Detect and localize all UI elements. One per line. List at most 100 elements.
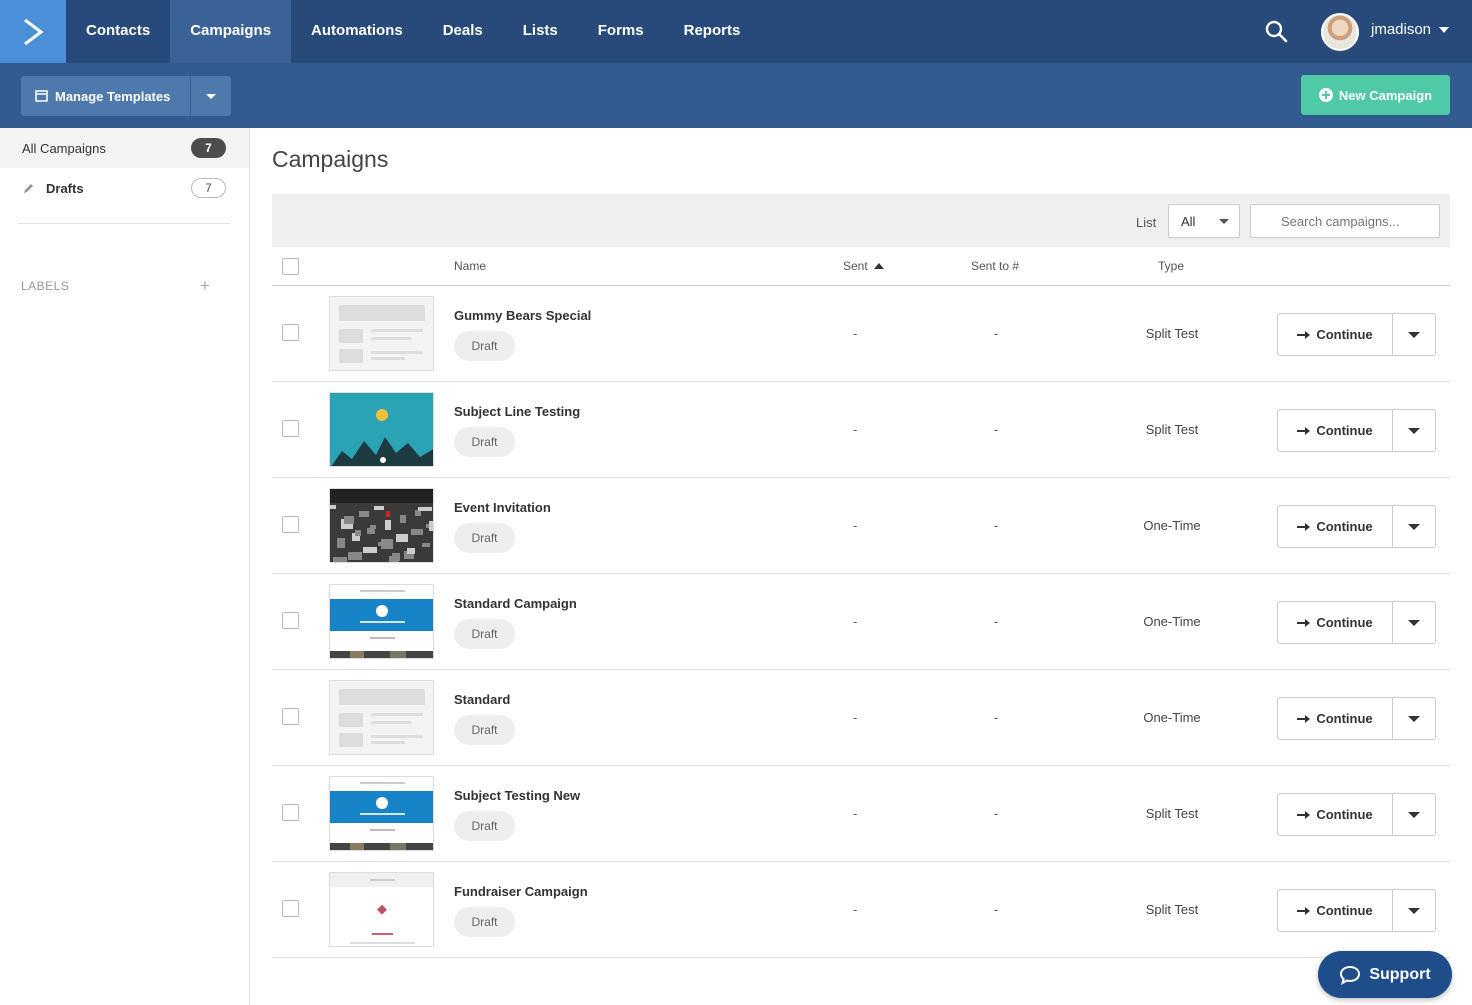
nav-automations[interactable]: Automations (291, 0, 423, 63)
campaign-name[interactable]: Subject Testing New (454, 788, 580, 803)
list-filter-select[interactable]: All (1168, 204, 1240, 238)
column-header-type[interactable]: Type (1158, 259, 1184, 273)
row-checkbox[interactable] (282, 612, 299, 629)
sidebar: All Campaigns 7 Drafts 7 LABELS + (0, 128, 250, 1005)
nav-contacts[interactable]: Contacts (66, 0, 170, 63)
campaign-thumbnail[interactable] (329, 872, 434, 947)
row-checkbox[interactable] (282, 324, 299, 341)
count-badge: 7 (191, 178, 226, 198)
column-header-name[interactable]: Name (454, 259, 486, 273)
continue-button[interactable]: Continue (1277, 601, 1393, 644)
manage-templates-label: Manage Templates (55, 88, 171, 104)
add-label-icon[interactable]: + (200, 276, 210, 296)
nav-reports[interactable]: Reports (664, 0, 761, 63)
sent-to-value: - (994, 710, 999, 725)
campaign-name[interactable]: Fundraiser Campaign (454, 884, 588, 899)
sent-value: - (853, 806, 858, 821)
nav-deals[interactable]: Deals (423, 0, 503, 63)
column-header-sent[interactable]: Sent (843, 259, 885, 273)
row-checkbox[interactable] (282, 708, 299, 725)
campaign-thumbnail[interactable] (329, 392, 434, 467)
nav-campaigns[interactable]: Campaigns (170, 0, 292, 63)
caret-down-icon (1408, 523, 1420, 530)
caret-down-icon (1408, 331, 1420, 338)
top-navigation: Contacts Campaigns Automations Deals Lis… (0, 0, 1472, 63)
campaign-type: One-Time (1143, 614, 1201, 629)
search-icon[interactable] (1264, 19, 1290, 45)
nav-lists[interactable]: Lists (503, 0, 578, 63)
campaign-thumbnail[interactable] (329, 776, 434, 851)
campaign-thumbnail[interactable] (329, 584, 434, 659)
continue-button[interactable]: Continue (1277, 889, 1393, 932)
select-all-checkbox[interactable] (282, 258, 299, 275)
table-row: Standard Draft - - One-Time Continue (272, 670, 1450, 766)
plus-circle-icon (1318, 88, 1333, 102)
sent-value: - (853, 422, 858, 437)
continue-label: Continue (1316, 615, 1373, 630)
column-header-sent-to[interactable]: Sent to # (971, 259, 1019, 273)
campaign-name[interactable]: Standard (454, 692, 510, 707)
continue-button[interactable]: Continue (1277, 313, 1393, 356)
continue-dropdown-button[interactable] (1392, 313, 1436, 356)
sent-to-value: - (994, 614, 999, 629)
app-logo[interactable] (0, 0, 66, 63)
caret-down-icon (206, 93, 216, 99)
continue-label: Continue (1316, 327, 1373, 342)
new-campaign-label: New Campaign (1338, 87, 1433, 103)
sent-value: - (853, 710, 858, 725)
row-checkbox[interactable] (282, 516, 299, 533)
campaign-name[interactable]: Subject Line Testing (454, 404, 580, 419)
avatar[interactable] (1321, 13, 1359, 51)
filter-bar: List All (272, 194, 1450, 247)
arrow-right-icon (1297, 810, 1311, 819)
support-button[interactable]: Support (1318, 951, 1452, 998)
continue-dropdown-button[interactable] (1392, 409, 1436, 452)
continue-button[interactable]: Continue (1277, 505, 1393, 548)
row-checkbox[interactable] (282, 804, 299, 821)
table-row: Gummy Bears Special Draft - - Split Test Cont… (272, 286, 1450, 382)
new-campaign-button[interactable]: New Campaign (1301, 75, 1450, 115)
continue-dropdown-button[interactable] (1392, 601, 1436, 644)
campaign-thumbnail[interactable] (329, 680, 434, 755)
campaign-name[interactable]: Event Invitation (454, 500, 551, 515)
sent-to-value: - (994, 326, 999, 341)
support-label: Support (1369, 965, 1431, 983)
sent-value: - (853, 902, 858, 917)
continue-label: Continue (1316, 423, 1373, 438)
arrow-right-icon (1297, 426, 1311, 435)
caret-down-icon (1408, 907, 1420, 914)
manage-templates-dropdown-button[interactable] (191, 76, 231, 116)
continue-button[interactable]: Continue (1277, 409, 1393, 452)
row-checkbox[interactable] (282, 900, 299, 917)
table-row: Subject Line Testing Draft - - Split Test Con… (272, 382, 1450, 478)
sidebar-item-drafts[interactable]: Drafts 7 (0, 168, 249, 208)
continue-label: Continue (1316, 807, 1373, 822)
divider (18, 223, 230, 224)
continue-label: Continue (1316, 711, 1373, 726)
campaign-name[interactable]: Gummy Bears Special (454, 308, 591, 323)
continue-button[interactable]: Continue (1277, 793, 1393, 836)
search-campaigns-input[interactable] (1250, 204, 1440, 238)
sidebar-item-all-campaigns[interactable]: All Campaigns 7 (0, 128, 249, 168)
continue-dropdown-button[interactable] (1392, 697, 1436, 740)
sidebar-item-label: All Campaigns (22, 140, 106, 156)
status-badge: Draft (454, 907, 515, 937)
table-row: Subject Testing New Draft - - Split Test Cont… (272, 766, 1450, 862)
caret-down-icon[interactable] (1439, 27, 1449, 33)
campaign-type: One-Time (1143, 518, 1201, 533)
campaign-name[interactable]: Standard Campaign (454, 596, 577, 611)
campaign-thumbnail[interactable] (329, 488, 434, 563)
chat-bubble-icon (1340, 965, 1361, 985)
nav-forms[interactable]: Forms (578, 0, 664, 63)
caret-down-icon (1408, 715, 1420, 722)
continue-dropdown-button[interactable] (1392, 793, 1436, 836)
continue-dropdown-button[interactable] (1392, 889, 1436, 932)
row-checkbox[interactable] (282, 420, 299, 437)
campaign-thumbnail[interactable] (329, 296, 434, 371)
sidebar-item-label: Drafts (46, 180, 84, 196)
username[interactable]: jmadison (1371, 21, 1431, 38)
continue-button[interactable]: Continue (1277, 697, 1393, 740)
manage-templates-button[interactable]: Manage Templates (21, 76, 190, 116)
continue-dropdown-button[interactable] (1392, 505, 1436, 548)
arrow-right-icon (1297, 522, 1311, 531)
